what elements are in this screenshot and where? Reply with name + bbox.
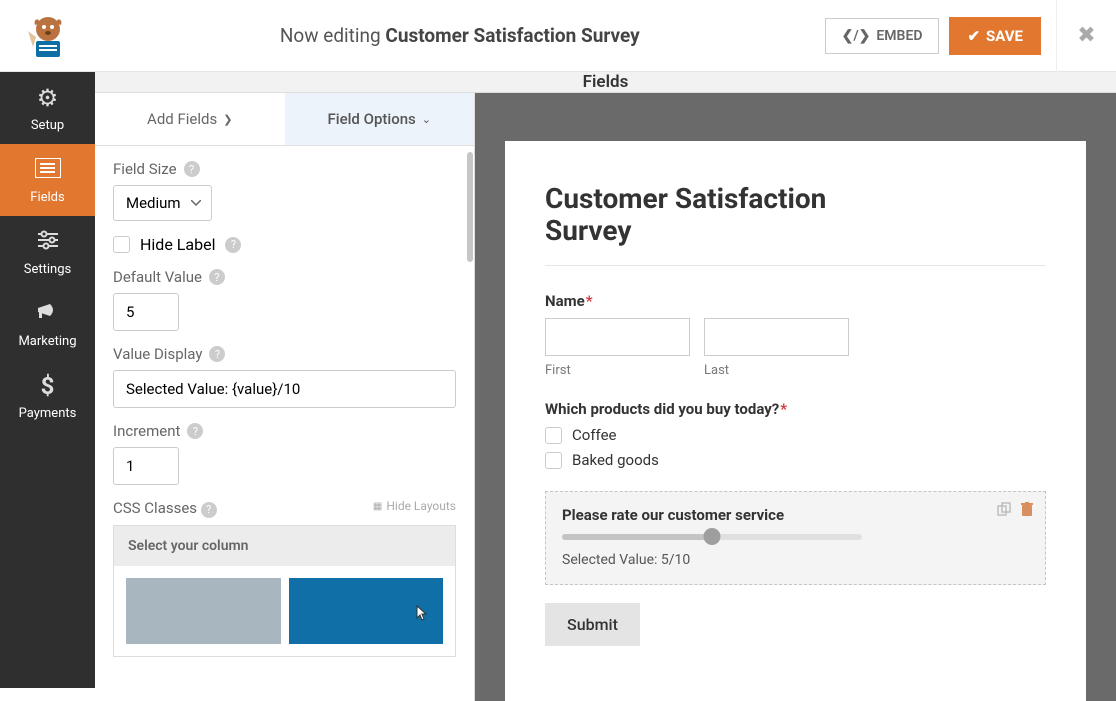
chevron-down-icon: ⌄ [422,113,431,126]
wpforms-logo-icon [23,11,73,61]
help-icon[interactable]: ? [201,502,217,518]
help-icon[interactable]: ? [225,237,241,253]
tab-add-fields[interactable]: Add Fields ❯ [95,93,285,145]
first-name-input[interactable] [545,318,690,356]
first-sublabel: First [545,363,690,378]
dollar-icon: $ [41,372,55,400]
rating-slider[interactable] [562,534,862,540]
slider-thumb[interactable] [704,528,721,545]
help-icon[interactable]: ? [209,346,225,362]
column-option-2[interactable] [289,578,444,644]
slider-fill [562,534,712,540]
nav-payments[interactable]: $ Payments [0,360,95,432]
duplicate-icon[interactable] [997,502,1011,520]
top-bar: Now editing Customer Satisfaction Survey… [0,0,1116,72]
baked-checkbox[interactable] [545,452,562,469]
rating-field-selected[interactable]: Please rate our customer service Selecte… [545,491,1046,585]
bullhorn-icon [36,300,60,328]
rating-value-text: Selected Value: 5/10 [562,552,1029,568]
now-editing-label: Now editing [280,24,381,47]
rating-label: Please rate our customer service [562,506,1029,524]
name-label: Name [545,292,585,310]
save-button[interactable]: ✔ SAVE [949,17,1041,55]
coffee-checkbox[interactable] [545,427,562,444]
grid-icon: ▦ [373,501,382,512]
check-icon: ✔ [967,27,980,45]
sliders-icon [36,228,60,256]
select-column-header: Select your column [114,526,455,566]
value-display-label: Value Display [113,345,202,363]
increment-input[interactable] [113,447,179,485]
field-size-label: Field Size [113,160,177,178]
code-icon: ❮/❯ [842,28,871,44]
tab-field-options[interactable]: Field Options ⌄ [285,93,475,145]
scrollbar-thumb[interactable] [467,152,473,262]
css-classes-label: CSS Classes [113,499,197,517]
increment-label: Increment [113,422,180,440]
baked-label: Baked goods [572,451,659,469]
gear-icon: ⚙ [37,84,59,112]
coffee-label: Coffee [572,426,616,444]
top-actions: ❮/❯ EMBED ✔ SAVE [825,17,1056,55]
required-mark: * [780,400,787,418]
hide-label-checkbox[interactable] [113,236,130,253]
options-panel: Add Fields ❯ Field Options ⌄ Field Size … [95,93,475,701]
last-name-input[interactable] [704,318,849,356]
required-mark: * [586,292,593,310]
last-sublabel: Last [704,363,849,378]
default-value-label: Default Value [113,268,202,286]
value-display-input[interactable] [113,370,456,408]
hide-label-text: Hide Label [140,235,215,254]
help-icon[interactable]: ? [209,269,225,285]
help-icon[interactable]: ? [187,423,203,439]
page-title: Now editing Customer Satisfaction Survey [95,24,825,47]
form-name: Customer Satisfaction Survey [385,24,639,47]
default-value-input[interactable] [113,293,179,331]
fields-header: Fields [95,72,1116,93]
products-label: Which products did you buy today? [545,400,779,418]
chevron-right-icon: ❯ [223,113,232,126]
close-button[interactable]: ✖ [1056,0,1116,72]
nav-settings[interactable]: Settings [0,216,95,288]
help-icon[interactable]: ? [184,161,200,177]
nav-marketing[interactable]: Marketing [0,288,95,360]
cursor-icon [413,604,429,626]
name-field[interactable]: Name* First Last [545,292,1046,378]
form-title: Customer Satisfaction Survey [545,183,865,247]
hide-layouts-link[interactable]: ▦ Hide Layouts [373,499,456,513]
field-size-select[interactable]: Medium [113,185,212,221]
submit-button[interactable]: Submit [545,603,640,646]
embed-button[interactable]: ❮/❯ EMBED [825,18,940,54]
logo[interactable] [0,11,95,61]
close-icon: ✖ [1077,23,1095,48]
nav-fields[interactable]: Fields [0,144,95,216]
nav-setup[interactable]: ⚙ Setup [0,72,95,144]
form-preview: Customer Satisfaction Survey Name* First [505,141,1086,701]
preview-panel: Customer Satisfaction Survey Name* First [475,93,1116,701]
main-nav: ⚙ Setup Fields Settings Marketing $ Paym… [0,72,95,688]
products-field[interactable]: Which products did you buy today?* Coffe… [545,400,1046,469]
delete-icon[interactable] [1021,502,1033,520]
divider [545,265,1046,266]
column-option-1[interactable] [126,578,281,644]
form-icon [35,156,61,184]
